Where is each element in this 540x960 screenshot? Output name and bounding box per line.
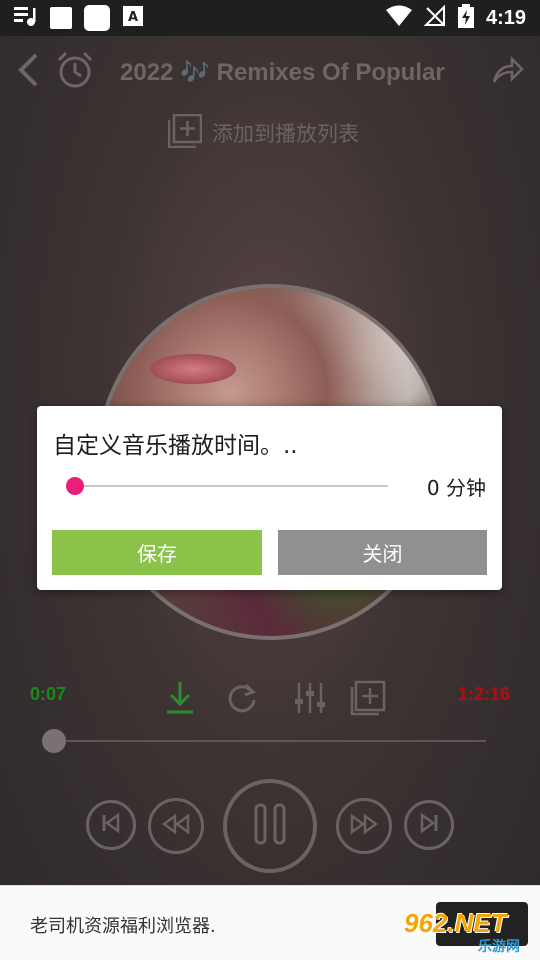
back-icon[interactable]	[16, 52, 42, 92]
add-to-playlist-button[interactable]: 添加到播放列表	[167, 113, 359, 153]
add-to-list-icon	[167, 113, 203, 153]
battery-charging-icon	[457, 4, 474, 32]
share-icon[interactable]	[492, 55, 524, 88]
status-bar: A 4:19	[0, 0, 540, 36]
timer-slider-thumb[interactable]	[66, 477, 84, 495]
repeat-icon[interactable]	[224, 680, 260, 716]
close-button[interactable]: 关闭	[278, 530, 487, 575]
a-notification-icon: A	[122, 5, 144, 31]
wifi-icon	[385, 5, 412, 31]
pause-icon	[250, 802, 290, 850]
total-duration: 1:2:16	[457, 684, 510, 704]
pause-button[interactable]	[223, 779, 317, 873]
top-bar: 2022 🎶 Remixes Of Popular	[0, 40, 540, 104]
fast-forward-button[interactable]	[336, 798, 392, 854]
skip-previous-icon	[100, 812, 122, 838]
status-time: 4:19	[485, 6, 526, 29]
skip-previous-button[interactable]	[86, 800, 136, 850]
skip-next-icon	[418, 812, 440, 838]
rewind-icon	[161, 813, 191, 839]
elapsed-time: 0:07	[30, 684, 67, 704]
no-signal-icon	[423, 4, 446, 31]
equalizer-icon[interactable]	[292, 680, 328, 716]
app-icon	[84, 5, 110, 31]
playback-progress-thumb[interactable]	[42, 729, 66, 753]
save-button[interactable]: 保存	[52, 530, 262, 575]
watermark-logo: 962.NET 乐游网	[398, 906, 536, 956]
timer-value-label: 0 分钟	[426, 476, 486, 500]
watermark-logo-text: 962.NET	[404, 908, 507, 938]
music-queue-icon	[14, 5, 38, 31]
ad-text: 老司机资源福利浏览器.	[30, 916, 216, 937]
playback-progress-track[interactable]	[54, 740, 486, 742]
add-to-playlist-label: 添加到播放列表	[212, 122, 359, 146]
app-icon	[50, 7, 72, 29]
sleep-timer-dialog: 自定义音乐播放时间。.. 0 分钟 保存 关闭	[37, 406, 502, 590]
song-title: 2022 🎶 Remixes Of Popular	[120, 58, 445, 86]
download-icon[interactable]	[162, 680, 198, 716]
album-art-detail	[150, 354, 236, 384]
add-to-list-icon[interactable]	[350, 680, 386, 716]
svg-text:A: A	[128, 10, 138, 25]
timer-slider-track[interactable]	[75, 485, 388, 487]
dialog-title: 自定义音乐播放时间。..	[53, 433, 298, 459]
alarm-clock-icon[interactable]	[56, 51, 94, 93]
rewind-button[interactable]	[148, 798, 204, 854]
fast-forward-icon	[349, 813, 379, 839]
skip-next-button[interactable]	[404, 800, 454, 850]
watermark-logo-sub: 乐游网	[478, 939, 520, 955]
